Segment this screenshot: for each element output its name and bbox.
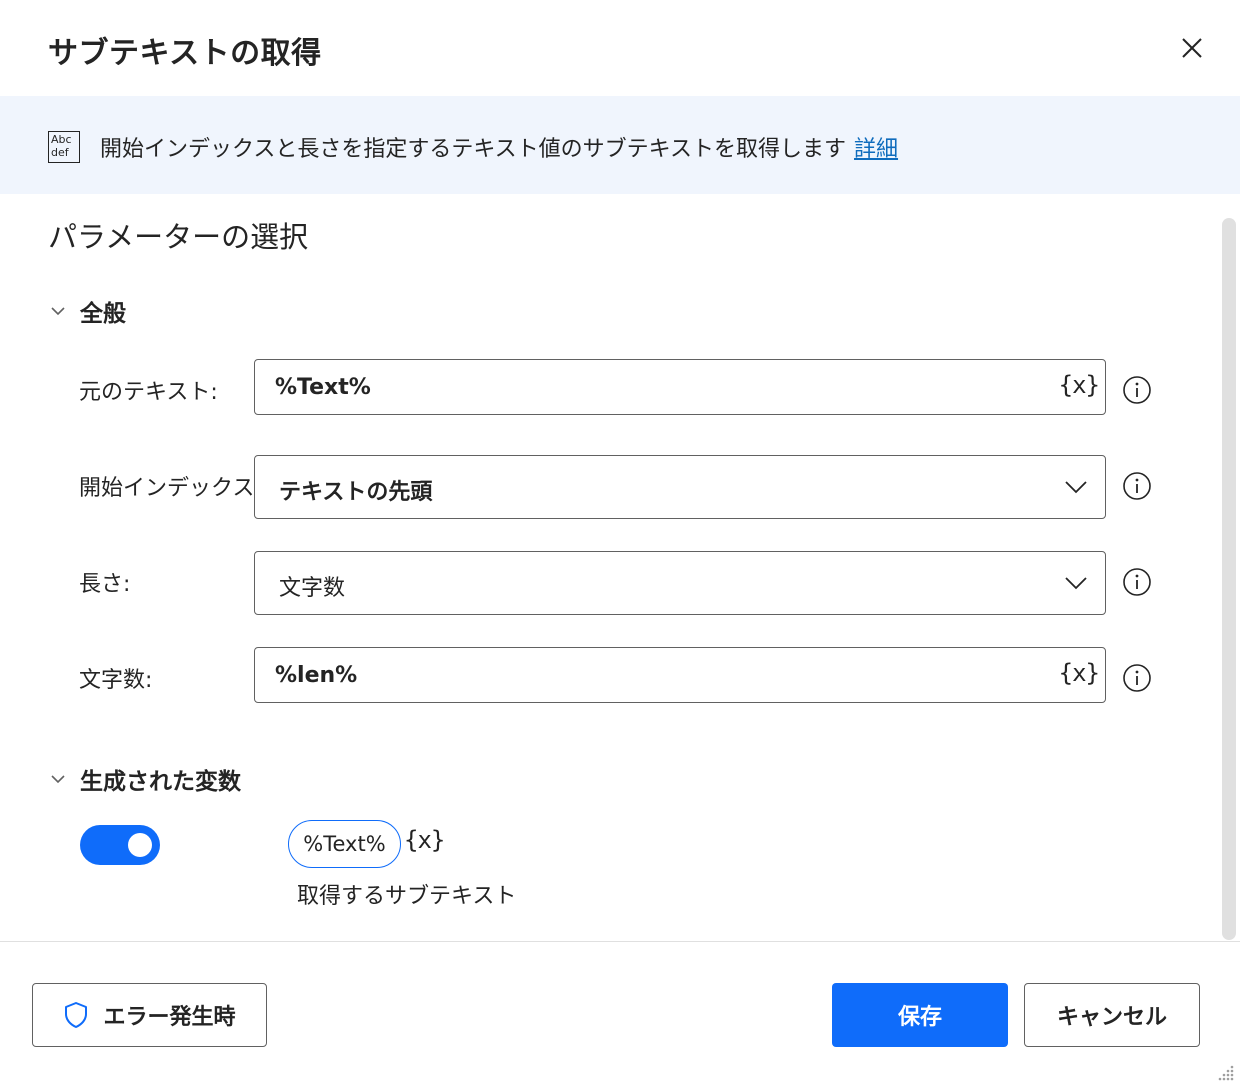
- length-value: 文字数: [279, 576, 346, 601]
- info-icon[interactable]: [1122, 375, 1152, 405]
- original-text-label: 元のテキスト:: [79, 380, 218, 405]
- dialog-header: サブテキストの取得: [0, 0, 1240, 96]
- info-icon[interactable]: [1122, 567, 1152, 597]
- icon-text-bottom: def: [51, 146, 69, 159]
- start-index-dropdown[interactable]: テキストの先頭: [254, 455, 1106, 519]
- cancel-button[interactable]: キャンセル: [1024, 983, 1200, 1047]
- parameters-section-title: パラメーターの選択: [48, 220, 309, 254]
- general-group-label: 全般: [80, 301, 126, 327]
- chevron-down-icon: [51, 775, 65, 784]
- general-group-header[interactable]: 全般: [48, 294, 126, 328]
- generated-variables-group-header[interactable]: 生成された変数: [48, 762, 241, 796]
- original-text-value: %Text%: [275, 375, 371, 400]
- on-error-label: エラー発生時: [103, 1005, 236, 1030]
- generated-variables-label: 生成された変数: [80, 769, 241, 795]
- start-index-label: 開始インデックス:: [79, 476, 262, 501]
- on-error-button[interactable]: エラー発生時: [32, 983, 267, 1047]
- insert-variable-button[interactable]: {x}: [1059, 371, 1100, 399]
- char-count-input[interactable]: %len% {x}: [254, 647, 1106, 703]
- shield-icon: [65, 1002, 88, 1028]
- output-variable-description: 取得するサブテキスト: [297, 884, 517, 909]
- close-icon: [1182, 38, 1202, 58]
- banner-description: 開始インデックスと長さを指定するテキスト値のサブテキストを取得します 詳細: [100, 131, 898, 163]
- insert-variable-button[interactable]: {x}: [1059, 659, 1100, 687]
- original-text-input[interactable]: %Text% {x}: [254, 359, 1106, 415]
- chevron-down-icon: [1065, 577, 1087, 590]
- footer-divider: [0, 941, 1240, 942]
- output-variable-pill[interactable]: %Text%: [288, 820, 401, 868]
- banner-description-text: 開始インデックスと長さを指定するテキスト値のサブテキストを取得します: [100, 137, 847, 162]
- text-abc-def-icon: Abc def: [48, 131, 80, 163]
- resize-grip-icon[interactable]: [1214, 1061, 1236, 1083]
- dialog-title: サブテキストの取得: [48, 36, 322, 71]
- char-count-label: 文字数:: [79, 668, 153, 693]
- start-index-value: テキストの先頭: [279, 480, 433, 505]
- output-variable-button[interactable]: {x}: [404, 826, 445, 854]
- length-dropdown[interactable]: 文字数: [254, 551, 1106, 615]
- save-button[interactable]: 保存: [832, 983, 1008, 1047]
- toggle-knob: [128, 833, 152, 857]
- char-count-value: %len%: [275, 663, 358, 688]
- scrollbar-thumb[interactable]: [1222, 218, 1236, 940]
- icon-text-top: Abc: [51, 133, 72, 146]
- variable-enabled-toggle[interactable]: [80, 825, 160, 865]
- close-button[interactable]: [1172, 28, 1212, 68]
- chevron-down-icon: [51, 307, 65, 316]
- details-link[interactable]: 詳細: [854, 137, 898, 162]
- info-icon[interactable]: [1122, 471, 1152, 501]
- info-icon[interactable]: [1122, 663, 1152, 693]
- length-label: 長さ:: [79, 572, 131, 597]
- chevron-down-icon: [1065, 481, 1087, 494]
